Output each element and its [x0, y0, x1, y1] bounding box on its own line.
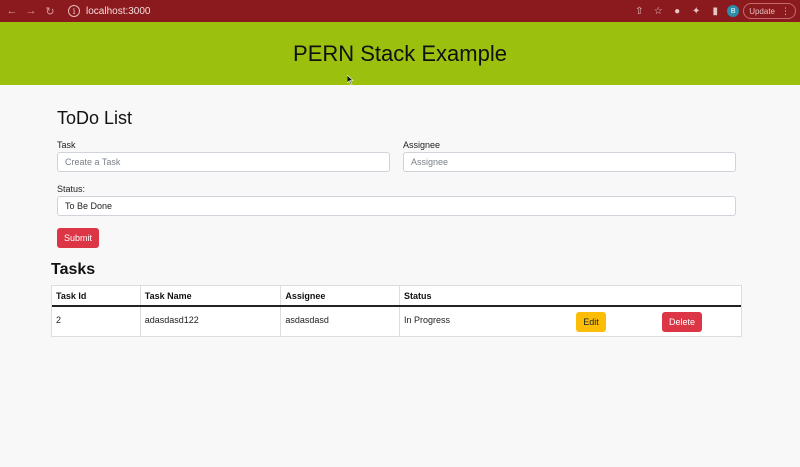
tasks-table: Task Id Task Name Assignee Status 2 adas… — [51, 285, 742, 337]
task-id-cell: 2 — [52, 307, 141, 336]
menu-dots-icon: ⋮ — [781, 5, 790, 16]
task-label: Task — [57, 140, 76, 150]
forward-arrow-icon[interactable]: → — [23, 3, 39, 19]
reload-icon[interactable]: ↻ — [42, 3, 58, 19]
back-arrow-icon[interactable]: ← — [4, 3, 20, 19]
table-header-row: Task Id Task Name Assignee Status — [52, 286, 741, 307]
bookmark-star-icon[interactable]: ☆ — [650, 3, 666, 19]
browser-toolbar: ← → ↻ i localhost:3000 ⇧ ☆ ● ✦ ▮ B Updat… — [0, 0, 800, 22]
status-text: In Progress — [404, 315, 451, 325]
assignee-input[interactable]: Assignee — [403, 152, 736, 172]
app-header: PERN Stack Example — [0, 22, 800, 85]
status-label: Status: — [57, 184, 86, 194]
share-icon[interactable]: ⇧ — [631, 3, 647, 19]
update-label: Update — [749, 6, 775, 16]
update-button[interactable]: Update ⋮ — [743, 3, 796, 19]
status-cell: In Progress Edit Delete — [400, 307, 741, 336]
column-header-task-id: Task Id — [52, 286, 141, 305]
url-text[interactable]: localhost:3000 — [86, 6, 151, 17]
profile-avatar[interactable]: B — [727, 5, 740, 17]
column-header-status: Status — [404, 290, 432, 301]
site-info-icon[interactable]: i — [68, 5, 80, 17]
sidebar-icon[interactable]: ▮ — [707, 3, 723, 19]
table-row: 2 adasdasd122 asdasdasd In Progress Edit… — [52, 307, 741, 336]
tasks-title: Tasks — [51, 261, 96, 278]
page-title: PERN Stack Example — [293, 40, 507, 66]
todo-list-title: ToDo List — [57, 108, 133, 128]
assignee-cell: asdasdasd — [281, 307, 400, 336]
mouse-cursor-icon — [347, 75, 354, 85]
status-select[interactable]: To Be Done — [57, 196, 736, 216]
extension-icon[interactable]: ● — [669, 3, 685, 19]
task-name-cell: adasdasd122 — [141, 307, 282, 336]
column-header-task-name: Task Name — [141, 286, 282, 305]
delete-button[interactable]: Delete — [662, 312, 702, 332]
submit-button[interactable]: Submit — [57, 228, 99, 248]
assignee-label: Assignee — [403, 140, 441, 150]
puzzle-icon[interactable]: ✦ — [688, 3, 704, 19]
task-input[interactable]: Create a Task — [57, 152, 390, 172]
edit-button[interactable]: Edit — [576, 312, 606, 332]
column-header-assignee: Assignee — [281, 286, 400, 305]
address-bar[interactable]: i localhost:3000 — [68, 1, 638, 21]
